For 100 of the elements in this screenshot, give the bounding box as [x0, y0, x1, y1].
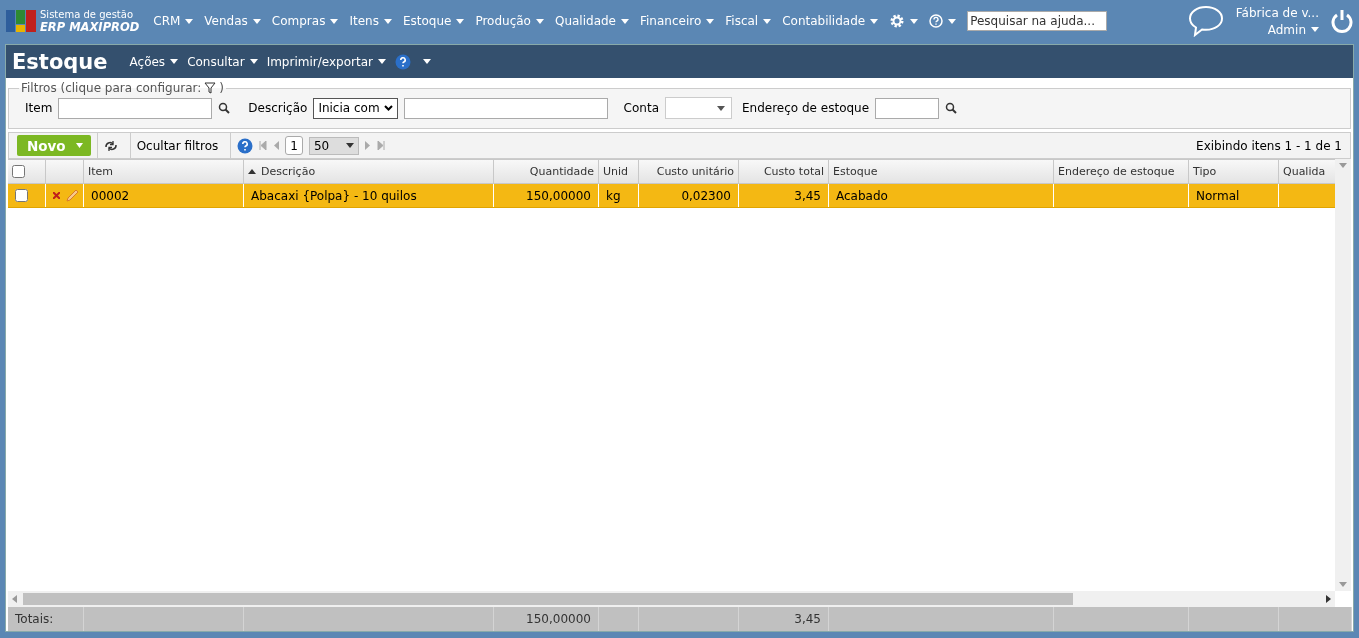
filters-legend-end: )	[219, 81, 224, 95]
caret-icon	[377, 59, 386, 64]
totals-cell: 3,45	[739, 607, 829, 631]
caret-icon	[75, 143, 83, 148]
previous-page-icon[interactable]	[273, 141, 280, 150]
filters-legend[interactable]: Filtros (clique para configurar:	[21, 81, 202, 95]
description-field[interactable]	[403, 97, 608, 119]
table-cell: 0,02300	[681, 188, 731, 203]
caret-icon	[717, 105, 725, 111]
caret-icon	[422, 59, 431, 64]
caret-icon	[763, 18, 772, 24]
user-menu[interactable]: Admin	[1267, 22, 1319, 37]
table-cell: 150,00000	[526, 188, 591, 203]
column-header[interactable]: Unid	[599, 159, 639, 184]
caret-icon	[249, 59, 258, 64]
caret-icon	[706, 18, 715, 24]
refresh-icon	[103, 139, 118, 152]
column-header[interactable]	[8, 159, 46, 184]
horizontal-scrollbar[interactable]	[8, 591, 1335, 607]
vertical-scrollbar[interactable]	[1335, 159, 1351, 591]
menu-item[interactable]: Produção	[471, 14, 548, 28]
page-menu-item[interactable]: Imprimir/exportar	[266, 54, 386, 69]
menu-item[interactable]: Itens	[345, 14, 396, 28]
table-cell: Normal	[1196, 188, 1240, 203]
column-header[interactable]: Quantidade	[494, 159, 599, 184]
menu-item[interactable]: Compras	[267, 14, 343, 28]
menu-item[interactable]: Financeiro	[636, 14, 719, 28]
help-search-field[interactable]: Pesquisar na ajuda...	[967, 11, 1108, 31]
item-field[interactable]	[58, 97, 213, 119]
column-header[interactable]: Endereço de estoque	[1054, 159, 1189, 184]
column-header[interactable]: Custo total	[739, 159, 829, 184]
column-header[interactable]: Qualida	[1279, 159, 1335, 184]
logo-subtitle: Sistema de gestão	[40, 9, 134, 21]
caret-icon	[910, 18, 919, 24]
question-icon	[929, 14, 944, 28]
delete-icon[interactable]	[53, 192, 60, 199]
search-icon[interactable]	[218, 102, 231, 114]
first-page-icon[interactable]	[259, 141, 268, 150]
table-cell: kg	[606, 188, 621, 203]
caret-icon	[1311, 27, 1319, 32]
caret-icon	[456, 18, 465, 24]
totals-cell	[599, 607, 639, 631]
caret-icon	[330, 18, 339, 24]
gear-icon	[889, 13, 906, 29]
field-label: Descrição	[248, 101, 308, 115]
page-menu-item[interactable]: Ações	[129, 54, 179, 69]
chat-icon[interactable]	[1187, 5, 1224, 37]
menu-item[interactable]: Contabilidade	[778, 14, 883, 28]
logo-icon	[6, 10, 36, 32]
table-cell: 00002	[91, 188, 130, 203]
table-cell: Acabado	[836, 188, 888, 203]
caret-icon	[1339, 163, 1347, 168]
menu-item[interactable]: Estoque	[398, 14, 469, 28]
chevron-icon	[383, 105, 393, 111]
help-icon[interactable]	[394, 53, 411, 70]
column-header[interactable]: Estoque	[829, 159, 1054, 184]
company-name: Fábrica de v...	[1235, 5, 1319, 20]
column-header[interactable]: Custo unitário	[639, 159, 739, 184]
last-page-icon[interactable]	[376, 141, 385, 150]
totals-cell: 150,00000	[494, 607, 599, 631]
logo-title: ERP MAXIPROD	[40, 21, 140, 33]
menu-item[interactable]: Qualidade	[550, 14, 633, 28]
menu-item[interactable]: CRM	[149, 14, 198, 28]
page-title: Estoque	[12, 49, 108, 74]
next-page-icon[interactable]	[364, 141, 371, 150]
help-icon[interactable]	[237, 137, 254, 154]
field-label: Endereço de estoque	[742, 101, 870, 115]
paging-summary: Exibindo itens 1 - 1 de 1	[1196, 138, 1342, 153]
page-menu-item[interactable]: Consultar	[187, 54, 258, 69]
field-label: Conta	[623, 101, 659, 115]
column-header[interactable]: Tipo	[1189, 159, 1279, 184]
caret-icon	[870, 18, 879, 24]
menu-item[interactable]: Fiscal	[721, 14, 776, 28]
column-header[interactable]: Item	[84, 159, 244, 184]
page-size-select[interactable]: 50	[308, 136, 359, 155]
search-icon[interactable]	[945, 102, 958, 114]
table-cell: Abacaxi {Polpa} - 10 quilos	[251, 188, 417, 203]
pencil-icon[interactable]	[66, 189, 79, 202]
caret-icon	[252, 18, 261, 24]
caret-icon	[1339, 582, 1347, 587]
caret-icon	[170, 59, 179, 64]
caret-icon	[383, 18, 392, 24]
select-all-checkbox[interactable]	[12, 165, 25, 178]
scroll-right-icon[interactable]	[1326, 595, 1331, 603]
caret-icon	[345, 143, 354, 148]
table-cell: 3,45	[794, 188, 821, 203]
power-icon[interactable]	[1331, 9, 1353, 33]
page-number[interactable]: 1	[285, 136, 303, 155]
field-label: Item	[25, 101, 53, 115]
description-mode-select[interactable]: Inicia com	[313, 97, 398, 119]
row-checkbox[interactable]	[15, 189, 28, 202]
filter-icon[interactable]	[204, 82, 217, 94]
menu-item[interactable]: Vendas	[200, 14, 265, 28]
column-header[interactable]: Descrição	[244, 159, 494, 184]
totals-label: Totais:	[8, 607, 84, 631]
caret-icon	[535, 18, 544, 24]
address-field[interactable]	[875, 97, 940, 119]
scroll-left-icon[interactable]	[12, 595, 17, 603]
caret-icon	[185, 18, 194, 24]
row-highlight[interactable]	[8, 184, 1335, 207]
